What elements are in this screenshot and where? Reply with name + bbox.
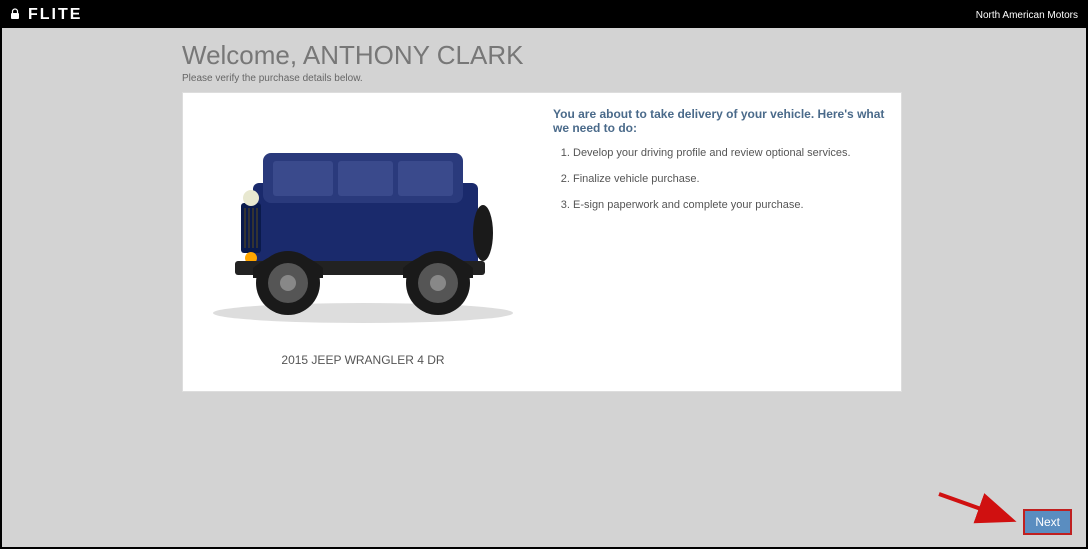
main-card: 2015 JEEP WRANGLER 4 DR You are about to… xyxy=(182,92,902,392)
card-left: 2015 JEEP WRANGLER 4 DR xyxy=(193,103,533,381)
verify-subtext: Please verify the purchase details below… xyxy=(182,73,906,84)
content-wrapper: Welcome, ANTHONY CLARK Please verify the… xyxy=(2,28,1086,392)
next-button[interactable]: Next xyxy=(1023,509,1072,535)
step-item: Develop your driving profile and review … xyxy=(573,147,891,159)
annotation-arrow-icon xyxy=(934,489,1024,529)
top-bar: FLITE North American Motors xyxy=(2,2,1086,28)
instructions-heading: You are about to take delivery of your v… xyxy=(553,107,891,135)
vehicle-image xyxy=(193,103,533,333)
welcome-prefix: Welcome, xyxy=(182,40,303,70)
step-item: E-sign paperwork and complete your purch… xyxy=(573,199,891,211)
vehicle-name: 2015 JEEP WRANGLER 4 DR xyxy=(281,353,444,367)
lock-icon xyxy=(10,8,20,23)
card-right: You are about to take delivery of your v… xyxy=(553,103,891,381)
step-item: Finalize vehicle purchase. xyxy=(573,173,891,185)
logo: FLITE xyxy=(28,6,82,24)
dealer-name: North American Motors xyxy=(976,10,1078,21)
welcome-name: ANTHONY CLARK xyxy=(303,40,524,70)
welcome-heading: Welcome, ANTHONY CLARK xyxy=(182,40,906,71)
topbar-left: FLITE xyxy=(10,6,82,24)
steps-list: Develop your driving profile and review … xyxy=(553,147,891,211)
logo-text: FLITE xyxy=(28,6,82,24)
